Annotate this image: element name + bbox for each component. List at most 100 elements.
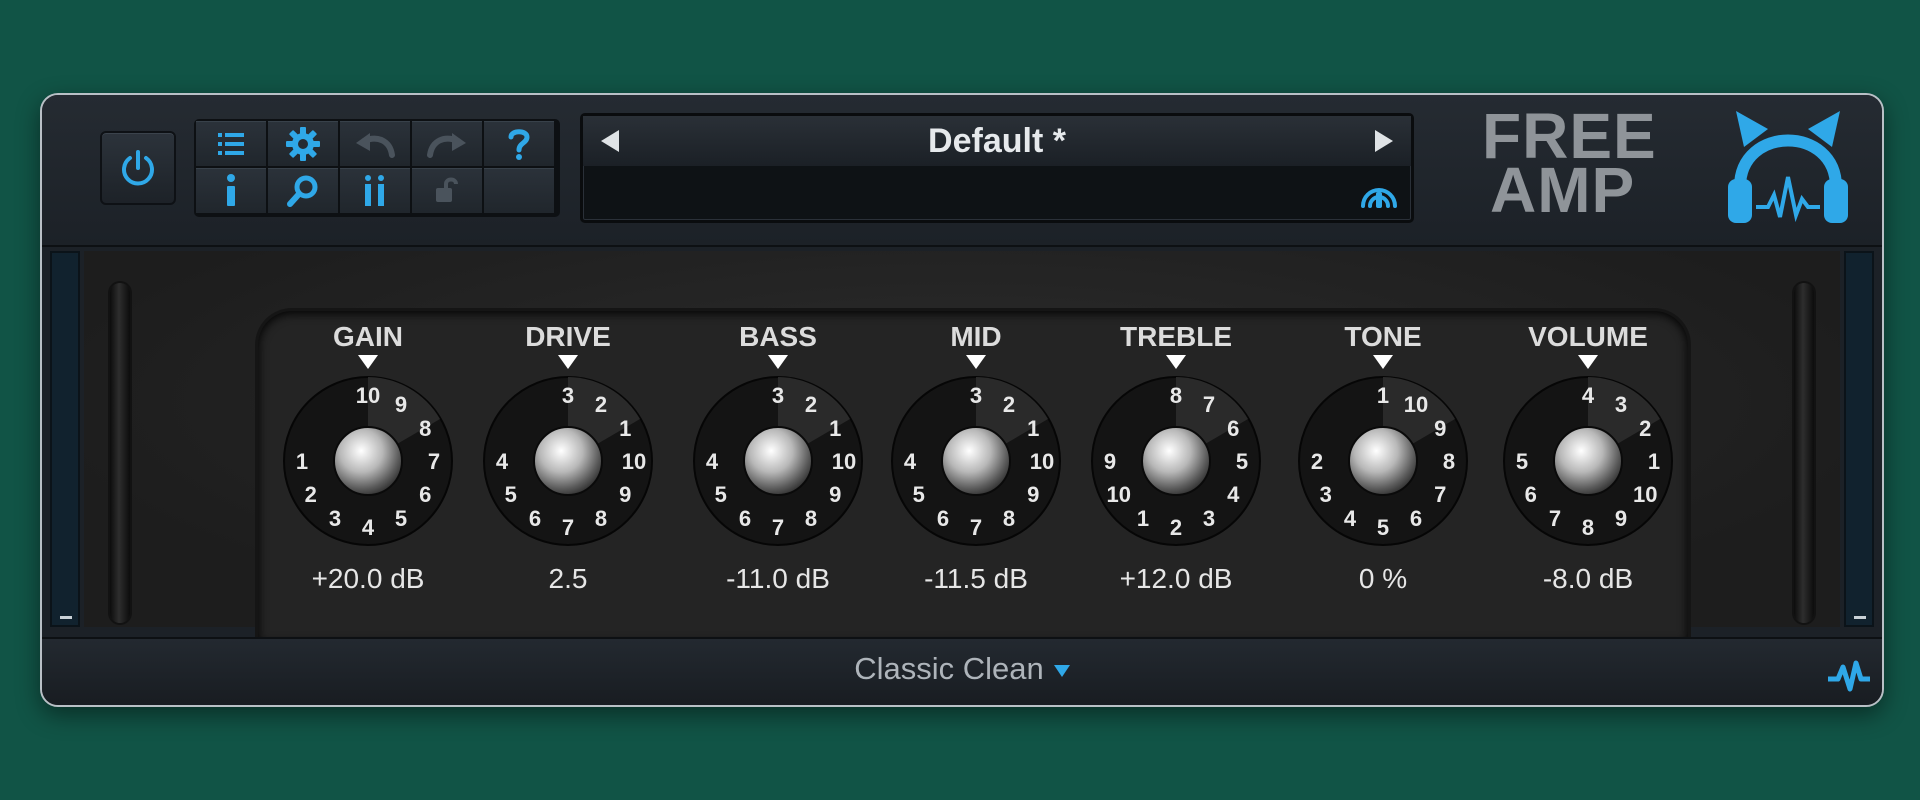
- knob-scale-number: 4: [1227, 482, 1240, 507]
- knob-scale-number: 5: [1516, 449, 1528, 474]
- knob-scale-number: 7: [970, 515, 982, 540]
- knob-value: +20.0 dB: [311, 563, 425, 594]
- knob-scale-number: 10: [622, 449, 646, 474]
- knob-value: 0 %: [1358, 563, 1408, 594]
- knob-pointer-icon: [1166, 355, 1186, 369]
- knob-scale-number: 2: [595, 392, 607, 417]
- knob-scale-number: 3: [1203, 506, 1215, 531]
- knob-chrome-cap: [1348, 426, 1418, 496]
- right-cabinet-handle: [1794, 283, 1814, 623]
- knob-scale-number: 1: [296, 449, 308, 474]
- preset-browser: Default *: [580, 113, 1414, 223]
- knob-scale-number: 6: [1227, 416, 1239, 441]
- redo-button[interactable]: [412, 121, 482, 166]
- knob-scale-number: 8: [419, 416, 431, 441]
- knob-value: -8.0 dB: [1542, 563, 1634, 594]
- knob-label: VOLUME: [1528, 321, 1648, 352]
- knob-pointer-icon: [558, 355, 578, 369]
- knob-mid: MID 3 2 1 10 9 8 7 6 5 4 -11.5 dB: [876, 321, 1076, 595]
- knob-scale-number: 3: [562, 383, 574, 408]
- amp-model-selector[interactable]: Classic Clean: [42, 651, 1882, 687]
- knob-label: TONE: [1344, 321, 1422, 352]
- search-button[interactable]: [268, 168, 338, 213]
- knob-scale-number: 10: [1633, 482, 1657, 507]
- next-preset-arrow-icon[interactable]: [1375, 130, 1393, 152]
- preset-name[interactable]: Default *: [583, 122, 1411, 161]
- knob-label: DRIVE: [525, 321, 611, 352]
- knob-label: BASS: [739, 321, 817, 352]
- preset-bar: Default *: [583, 116, 1411, 166]
- menu-button[interactable]: [196, 121, 266, 166]
- help-icon: [508, 128, 530, 160]
- power-icon: [122, 150, 154, 186]
- knob-scale-number: 2: [1311, 449, 1323, 474]
- lock-button[interactable]: [412, 168, 482, 213]
- freeamp-logo: FREE AMP: [1482, 104, 1682, 229]
- undo-button[interactable]: [340, 121, 410, 166]
- knob-dial[interactable]: 3 21 10 98765 4: [478, 371, 658, 551]
- knob-scale-number: 4: [706, 449, 719, 474]
- knob-chrome-cap: [1141, 426, 1211, 496]
- bottom-bar: Classic Clean: [42, 637, 1882, 705]
- knob-scale-number: 9: [395, 392, 407, 417]
- waveform-icon[interactable]: [1826, 659, 1872, 693]
- knob-scale-number: 8: [805, 506, 817, 531]
- knob-scale-number: 1: [1377, 383, 1389, 408]
- knob-value: -11.5 dB: [924, 563, 1028, 594]
- knob-scale-number: 7: [562, 515, 574, 540]
- knob-scale-number: 7: [772, 515, 784, 540]
- settings-button[interactable]: [268, 121, 338, 166]
- knob-chrome-cap: [743, 426, 813, 496]
- knob-dial[interactable]: 1 109 8 76543 2: [1293, 371, 1473, 551]
- undo-icon: [356, 132, 395, 158]
- redo-icon: [427, 132, 466, 158]
- knob-scale-number: 6: [937, 506, 949, 531]
- knob-scale-number: 6: [739, 506, 751, 531]
- knob-scale-number: 1: [619, 416, 631, 441]
- knob-dial[interactable]: 4 32 1 109876 5: [1498, 371, 1678, 551]
- knob-scale-number: 2: [1170, 515, 1182, 540]
- search-icon: [287, 175, 318, 207]
- empty-tool-slot: [484, 168, 554, 213]
- knob-scale-number: 1: [1027, 416, 1039, 441]
- knob-volume: VOLUME 4 3 2 1 10 9 8 7 6 5 -8.0 dB: [1488, 321, 1688, 595]
- knob-scale-number: 7: [1434, 482, 1446, 507]
- knob-scale-number: 5: [913, 482, 925, 507]
- knob-scale-number: 2: [1003, 392, 1015, 417]
- knob-pointer-icon: [966, 355, 986, 369]
- power-button[interactable]: [100, 131, 176, 205]
- knob-scale-number: 6: [1410, 506, 1422, 531]
- knob-pointer-icon: [768, 355, 788, 369]
- ab-compare-icon[interactable]: [1357, 178, 1401, 214]
- knob-scale-number: 6: [419, 482, 431, 507]
- knob-scale-number: 2: [305, 482, 317, 507]
- knob-scale-number: 3: [1320, 482, 1332, 507]
- toolbar-grid: [194, 119, 560, 217]
- menu-icon: [218, 132, 244, 155]
- knob-value: +12.0 dB: [1119, 563, 1233, 594]
- plugin-window: Default * FREE AMP GAIN 10 9 8 7 6 5 4 3 2 1: [40, 93, 1884, 707]
- knob-dial[interactable]: 3 21 10 98765 4: [886, 371, 1066, 551]
- left-rail-mark: [60, 616, 72, 619]
- cat-headphones-logo-icon: [1728, 111, 1848, 223]
- knob-dial[interactable]: 8 76 5 432110 9: [1086, 371, 1266, 551]
- knob-scale-number: 5: [1377, 515, 1389, 540]
- knob-scale-number: 7: [428, 449, 440, 474]
- knob-chrome-cap: [941, 426, 1011, 496]
- right-side-rail: [1844, 251, 1874, 627]
- dropdown-caret-icon: [1053, 664, 1070, 677]
- knob-scale-number: 5: [505, 482, 517, 507]
- meter-icon: [365, 174, 384, 206]
- settings-gear-icon: [286, 126, 320, 161]
- help-button[interactable]: [484, 121, 554, 166]
- knob-chrome-cap: [333, 426, 403, 496]
- knob-dial[interactable]: 10 98 7 65432 1: [278, 371, 458, 551]
- knob-scale-number: 4: [496, 449, 509, 474]
- knob-label: TREBLE: [1120, 321, 1232, 352]
- knob-value: -11.0 dB: [726, 563, 830, 594]
- knob-label: MID: [950, 321, 1002, 352]
- left-cabinet-handle: [110, 283, 130, 623]
- knob-dial[interactable]: 3 21 10 98765 4: [688, 371, 868, 551]
- meter-button[interactable]: [340, 168, 410, 213]
- info-button[interactable]: [196, 168, 266, 213]
